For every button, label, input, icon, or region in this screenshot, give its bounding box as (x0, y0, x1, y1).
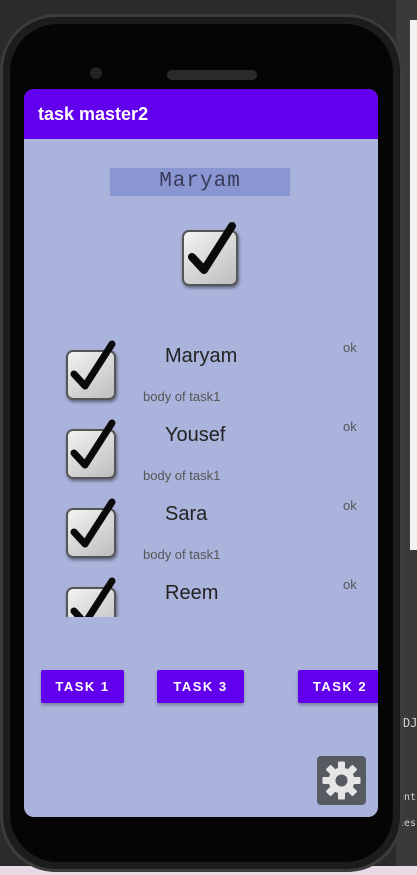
task-status: ok (343, 498, 357, 513)
username-display: Maryam (110, 168, 290, 196)
task-3-button[interactable]: TASK 3 (157, 670, 244, 703)
task-status: ok (343, 340, 357, 355)
task-body: body of task1 (143, 389, 221, 404)
gear-icon (322, 761, 361, 800)
ide-label: DJ (403, 716, 417, 730)
task-item[interactable]: Maryam body of task1 ok (24, 329, 378, 409)
task-checkbox[interactable] (66, 498, 116, 558)
task-item[interactable]: Yousef body of task1 ok (24, 408, 378, 488)
checkmark-icon (70, 419, 116, 469)
ide-panel (410, 20, 417, 550)
app-bar: task master2 (24, 89, 378, 139)
task-title: Yousef (165, 424, 226, 446)
task-list[interactable]: Maryam body of task1 ok Yousef body of t… (24, 329, 378, 617)
task-checkbox[interactable] (66, 577, 116, 617)
task-title: Sara (165, 503, 208, 525)
task-status: ok (343, 577, 357, 592)
task-title: Maryam (165, 345, 238, 367)
settings-button[interactable] (317, 756, 366, 805)
checkmark-icon (188, 222, 236, 274)
task-checkbox[interactable] (66, 419, 116, 479)
checkmark-icon (70, 577, 116, 617)
task-body: body of task1 (143, 468, 221, 483)
task-title: Reem (165, 582, 219, 604)
task-checkbox[interactable] (66, 340, 116, 400)
task-1-button[interactable]: TASK 1 (41, 670, 124, 703)
front-camera (90, 67, 102, 79)
checkmark-icon (70, 498, 116, 548)
main-checkbox[interactable] (182, 222, 238, 286)
app-screen: task master2 Maryam Maryam body of task1… (24, 89, 378, 817)
task-body: body of task1 (143, 547, 221, 562)
task-item[interactable]: Reem ok (24, 566, 378, 617)
task-item[interactable]: Sara body of task1 ok (24, 487, 378, 567)
checkmark-icon (70, 340, 116, 390)
app-title: task master2 (38, 104, 149, 124)
task-status: ok (343, 419, 357, 434)
earpiece-speaker (167, 70, 257, 80)
task-2-button[interactable]: TASK 2 (298, 670, 378, 703)
